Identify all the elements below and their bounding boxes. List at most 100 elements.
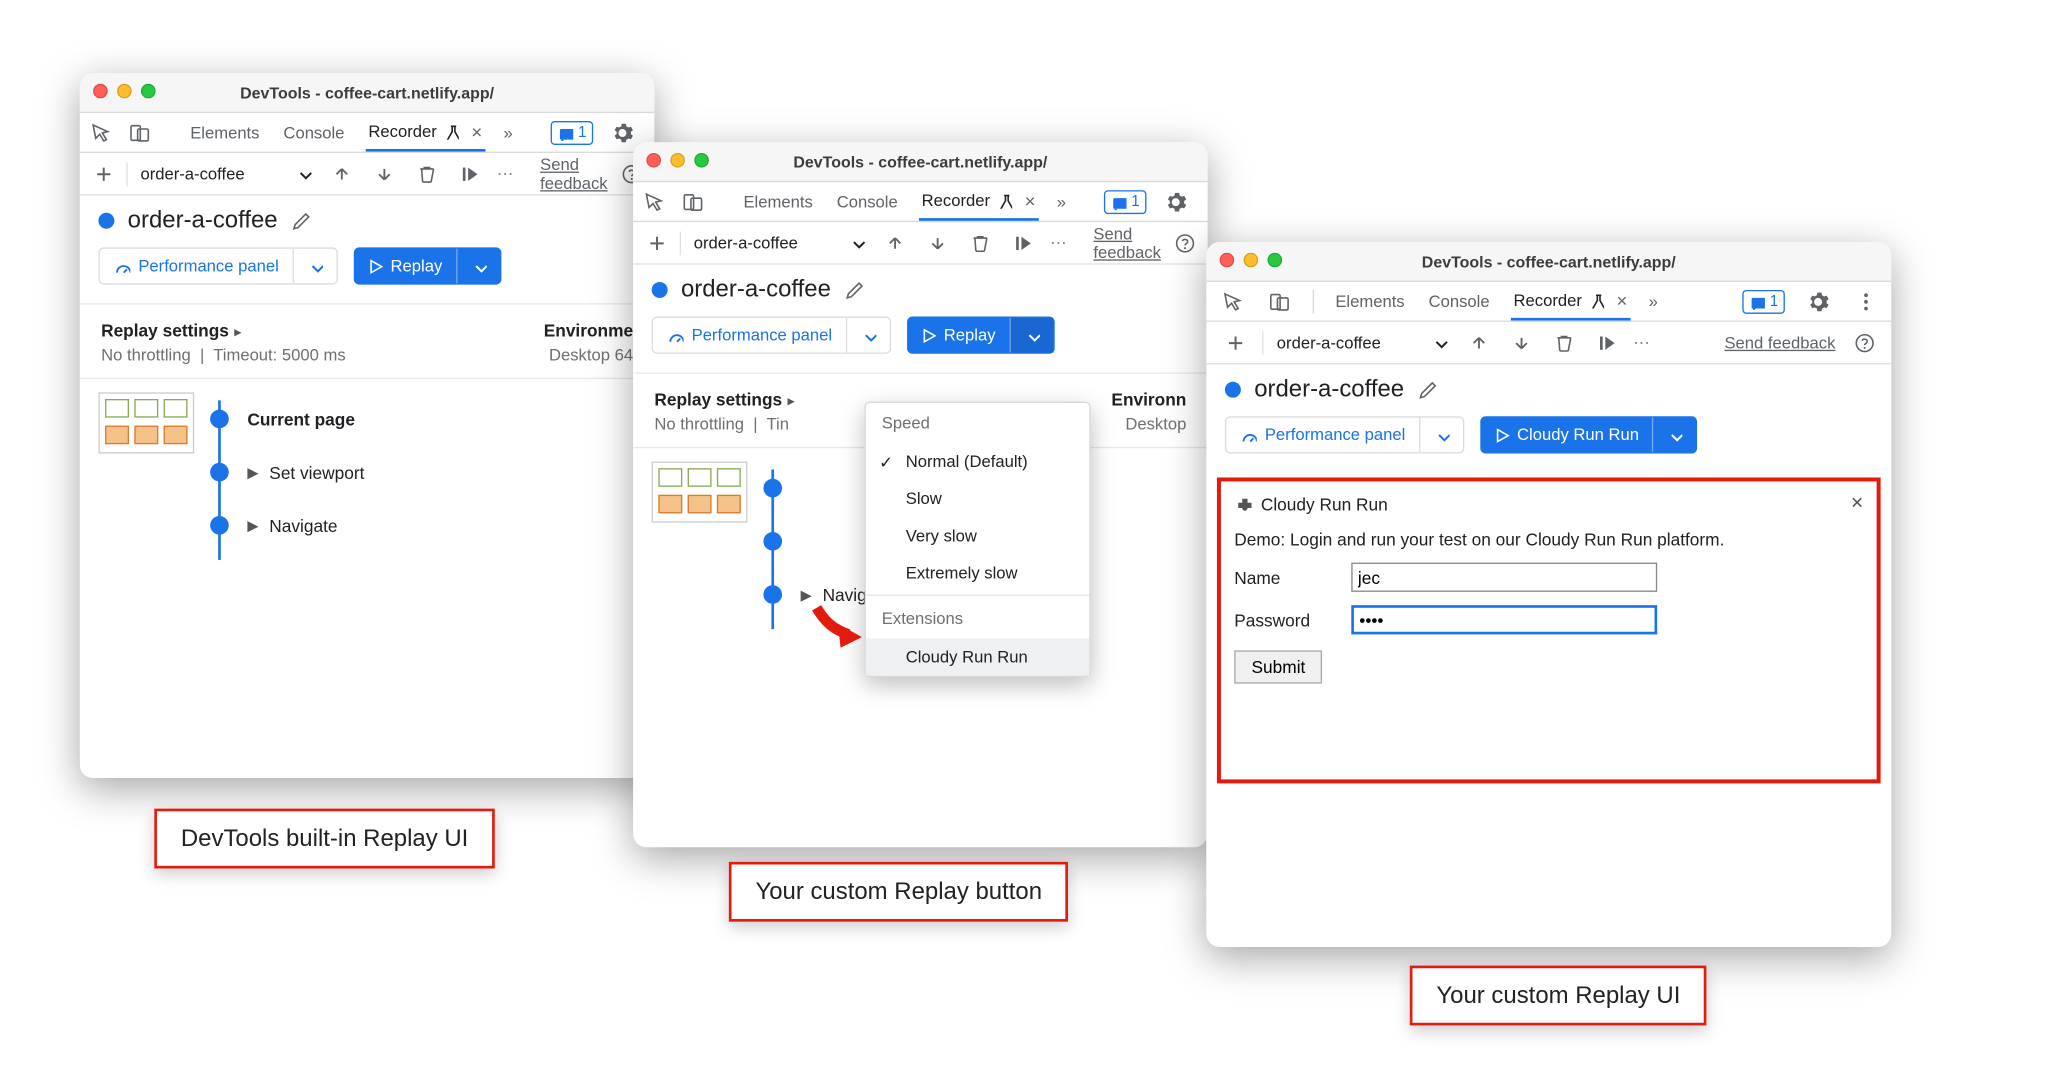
settings-icon[interactable]: [1165, 187, 1186, 216]
import-icon[interactable]: [923, 228, 952, 257]
step-navigate[interactable]: ▶Navigate: [210, 499, 636, 552]
tab-recorder[interactable]: Recorder ×: [366, 113, 485, 152]
export-icon[interactable]: [327, 159, 356, 188]
messages-badge[interactable]: 1: [1742, 289, 1785, 313]
help-icon[interactable]: [1174, 228, 1194, 257]
minimize-icon[interactable]: [670, 153, 685, 168]
name-input[interactable]: [1351, 563, 1657, 592]
tab-console[interactable]: Console: [1426, 282, 1492, 321]
close-icon[interactable]: [93, 84, 108, 99]
overflow-tabs-icon[interactable]: »: [504, 123, 513, 142]
cloudy-run-button[interactable]: Cloudy Run Run: [1480, 416, 1698, 453]
maximize-icon[interactable]: [1267, 253, 1282, 268]
more-actions-icon[interactable]: ⋯: [1050, 233, 1067, 253]
recording-selector[interactable]: order-a-coffee: [140, 164, 313, 183]
inspect-icon[interactable]: [644, 187, 664, 216]
more-icon[interactable]: [1205, 187, 1208, 216]
tab-elements[interactable]: Elements: [1333, 282, 1408, 321]
import-icon[interactable]: [1506, 328, 1535, 357]
inspect-icon[interactable]: [1217, 287, 1246, 316]
step-play-icon[interactable]: [454, 159, 483, 188]
more-icon[interactable]: [1851, 287, 1880, 316]
new-recording-icon[interactable]: [93, 159, 113, 188]
tab-elements[interactable]: Elements: [188, 113, 263, 152]
traffic-lights[interactable]: [646, 153, 709, 168]
new-recording-icon[interactable]: [1220, 328, 1249, 357]
send-feedback-link[interactable]: Send feedback: [1093, 224, 1161, 261]
replay-settings-heading[interactable]: Replay settings: [101, 321, 346, 341]
close-icon[interactable]: [646, 153, 661, 168]
password-input[interactable]: [1351, 605, 1657, 634]
new-recording-icon[interactable]: [646, 228, 666, 257]
device-toggle-icon[interactable]: [682, 187, 703, 216]
panel-close-icon[interactable]: ×: [1851, 492, 1863, 516]
performance-panel-dropdown[interactable]: [1419, 418, 1463, 453]
cloudy-run-dropdown[interactable]: [1652, 418, 1696, 453]
replay-dropdown[interactable]: [1009, 318, 1053, 353]
recording-title: order-a-coffee: [1254, 375, 1404, 403]
delete-icon[interactable]: [1548, 328, 1577, 357]
recording-selector[interactable]: order-a-coffee: [694, 233, 867, 252]
tab-elements[interactable]: Elements: [741, 182, 816, 221]
performance-panel-button[interactable]: Performance panel: [652, 317, 891, 354]
performance-panel-dropdown[interactable]: [845, 318, 889, 353]
minimize-icon[interactable]: [117, 84, 132, 99]
more-actions-icon[interactable]: ⋯: [1633, 333, 1650, 353]
export-icon[interactable]: [1463, 328, 1492, 357]
send-feedback-link[interactable]: Send feedback: [540, 155, 608, 192]
export-icon[interactable]: [880, 228, 909, 257]
traffic-lights[interactable]: [1220, 253, 1283, 268]
callout-custom-button: Your custom Replay button: [729, 862, 1069, 922]
tab-recorder[interactable]: Recorder×: [919, 182, 1038, 221]
close-tab-icon[interactable]: ×: [471, 120, 482, 141]
submit-button[interactable]: Submit: [1234, 650, 1322, 683]
performance-panel-button[interactable]: Performance panel: [1225, 416, 1464, 453]
send-feedback-link[interactable]: Send feedback: [1724, 333, 1835, 352]
dropdown-heading-speed: Speed: [866, 403, 1089, 443]
device-toggle-icon[interactable]: [129, 118, 150, 147]
step-play-icon[interactable]: [1591, 328, 1620, 357]
tab-recorder[interactable]: Recorder×: [1511, 282, 1630, 321]
more-actions-icon[interactable]: ⋯: [497, 164, 514, 184]
maximize-icon[interactable]: [141, 84, 156, 99]
inspect-icon[interactable]: [90, 118, 110, 147]
callout-builtin-replay: DevTools built-in Replay UI: [154, 809, 495, 869]
step-set-viewport[interactable]: ▶Set viewport: [210, 446, 636, 499]
replay-dropdown[interactable]: [456, 249, 500, 284]
dropdown-item-slow[interactable]: Slow: [866, 480, 1089, 517]
delete-icon[interactable]: [965, 228, 994, 257]
replay-settings-heading[interactable]: Replay settings: [654, 390, 794, 410]
maximize-icon[interactable]: [694, 153, 709, 168]
tab-console[interactable]: Console: [281, 113, 347, 152]
device-toggle-icon[interactable]: [1265, 287, 1294, 316]
traffic-lights[interactable]: [93, 84, 156, 99]
tab-console[interactable]: Console: [834, 182, 900, 221]
recording-selector[interactable]: order-a-coffee: [1277, 333, 1450, 352]
overflow-tabs-icon[interactable]: »: [1649, 292, 1658, 311]
replay-button[interactable]: Replay: [353, 247, 501, 284]
import-icon[interactable]: [369, 159, 398, 188]
edit-title-icon[interactable]: [291, 210, 311, 230]
edit-title-icon[interactable]: [844, 279, 864, 299]
settings-icon[interactable]: [612, 118, 633, 147]
messages-badge[interactable]: 1: [550, 120, 593, 144]
performance-panel-dropdown[interactable]: [292, 249, 336, 284]
close-icon[interactable]: [1220, 253, 1235, 268]
messages-badge[interactable]: 1: [1103, 190, 1146, 214]
step-current-page[interactable]: Current page: [210, 392, 636, 445]
delete-icon[interactable]: [412, 159, 441, 188]
dropdown-item-very-slow[interactable]: Very slow: [866, 517, 1089, 554]
minimize-icon[interactable]: [1244, 253, 1259, 268]
edit-title-icon[interactable]: [1417, 379, 1437, 399]
performance-panel-button[interactable]: Performance panel: [98, 247, 337, 284]
step-play-icon[interactable]: [1008, 228, 1037, 257]
close-tab-icon[interactable]: ×: [1025, 190, 1036, 211]
close-tab-icon[interactable]: ×: [1616, 289, 1627, 310]
help-icon[interactable]: [1849, 328, 1878, 357]
dropdown-item-cloudy[interactable]: Cloudy Run Run: [866, 638, 1089, 675]
overflow-tabs-icon[interactable]: »: [1057, 192, 1066, 211]
dropdown-item-extremely-slow[interactable]: Extremely slow: [866, 555, 1089, 592]
dropdown-item-normal[interactable]: Normal (Default): [866, 443, 1089, 480]
settings-icon[interactable]: [1803, 287, 1832, 316]
replay-button[interactable]: Replay: [907, 317, 1055, 354]
